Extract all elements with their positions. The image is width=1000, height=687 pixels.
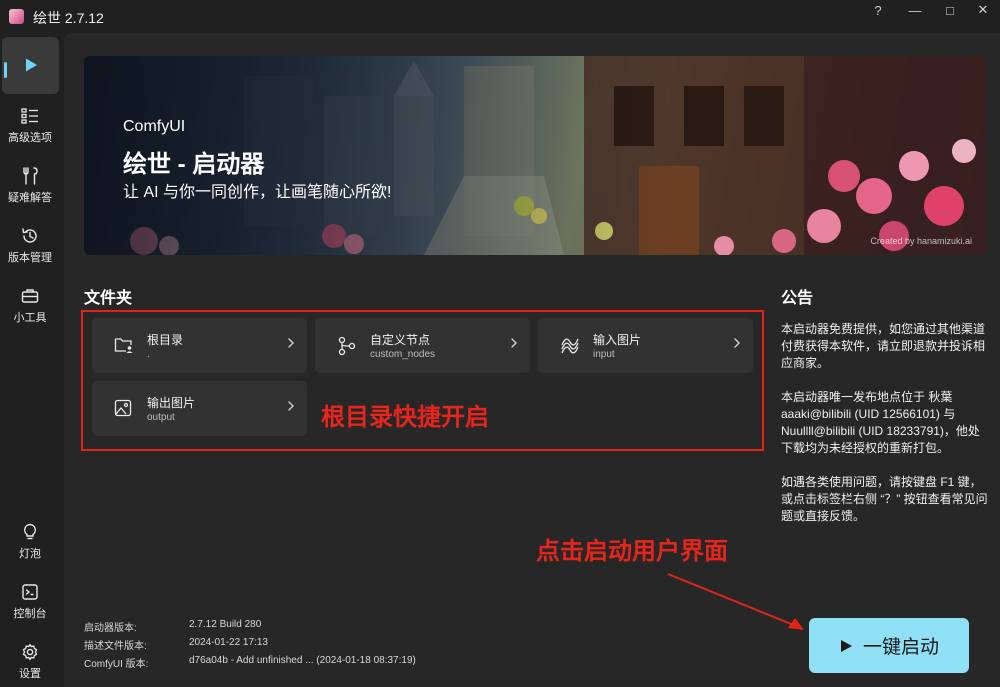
banner-slogan: 让 AI 与你一同创作，让画笔随心所欲! xyxy=(123,184,392,201)
sidebar: 高级选项 疑难解答 版本管理 小工具 灯泡 控制台 设置 xyxy=(0,33,64,687)
notice-paragraph: 本启动器唯一发布地点位于 秋葉aaaki@bilibili (UID 12566… xyxy=(781,390,980,455)
folders-annotation: 根目录快捷开启 xyxy=(321,404,489,431)
profile-version-value: 2024-01-22 17:13 xyxy=(189,637,268,648)
sidebar-item-versions[interactable]: 版本管理 xyxy=(0,227,60,265)
folder-custom-nodes-button[interactable]: 自定义节点 custom_nodes xyxy=(315,318,530,373)
chevron-right-icon xyxy=(734,338,740,348)
app-logo-icon xyxy=(9,9,24,24)
folder-input-button[interactable]: 输入图片 input xyxy=(538,318,753,373)
folder-user-icon xyxy=(114,338,133,353)
notice-title: 公告 xyxy=(781,290,814,307)
folder-root-button[interactable]: 根目录 . xyxy=(92,318,307,373)
annotation-arrow xyxy=(667,573,804,630)
play-icon xyxy=(26,58,37,72)
notice-paragraph: 如遇各类使用问题，请按键盘 F1 键，或点击标签栏右侧 “？” 按钮查看常见问题… xyxy=(781,475,988,523)
window-title: 绘世 2.7.12 xyxy=(33,10,104,26)
main-content: ComfyUI 绘世 - 启动器 让 AI 与你一同创作，让画笔随心所欲! Cr… xyxy=(64,33,1000,687)
comfyui-version-label: ComfyUI 版本: xyxy=(84,659,149,670)
tools-icon xyxy=(23,167,38,185)
banner-subtitle: ComfyUI xyxy=(123,118,186,135)
hero-banner: ComfyUI 绘世 - 启动器 让 AI 与你一同创作，让画笔随心所欲! Cr… xyxy=(84,56,986,255)
image-icon xyxy=(114,399,132,417)
launch-button-label: 一键启动 xyxy=(862,637,939,658)
notice-body: 本启动器免费提供，如您通过其他渠道付费获得本软件，请立即退款并投诉相应商家。 本… xyxy=(781,321,989,542)
sidebar-item-launch[interactable] xyxy=(2,37,59,94)
launch-annotation: 点击启动用户界面 xyxy=(536,538,728,565)
history-icon xyxy=(22,228,37,243)
chevron-right-icon xyxy=(511,338,517,348)
chevron-right-icon xyxy=(288,401,294,411)
folders-section-title: 文件夹 xyxy=(84,290,133,307)
folder-name: 输入图片 xyxy=(593,333,642,347)
folder-path: input xyxy=(593,349,615,360)
launch-button[interactable]: 一键启动 xyxy=(809,618,969,673)
sidebar-item-label: 灯泡 xyxy=(19,548,41,560)
toolbox-icon xyxy=(21,289,39,303)
sidebar-item-tools[interactable]: 小工具 xyxy=(0,287,60,325)
sidebar-item-label: 高级选项 xyxy=(8,132,52,144)
sidebar-item-label: 设置 xyxy=(19,668,41,680)
launcher-version-value: 2.7.12 Build 280 xyxy=(189,619,262,630)
banner-title: 绘世 - 启动器 xyxy=(123,151,265,178)
folder-path: . xyxy=(147,349,150,360)
sidebar-item-label: 小工具 xyxy=(13,312,47,324)
console-icon xyxy=(22,584,38,600)
banner-credit: Created by hanamizuki.ai xyxy=(870,236,972,246)
launcher-version-label: 启动器版本: xyxy=(84,623,137,634)
folder-name: 输出图片 xyxy=(147,396,196,410)
sidebar-item-label: 版本管理 xyxy=(8,252,52,264)
branch-icon xyxy=(338,336,356,356)
comfyui-version-value: d76a04b - Add unfinished ... (2024-01-18… xyxy=(189,655,416,666)
help-button[interactable]: ? xyxy=(863,0,893,20)
folder-name: 自定义节点 xyxy=(370,333,431,347)
profile-version-label: 描述文件版本: xyxy=(84,641,147,652)
maximize-button[interactable]: □ xyxy=(935,0,965,20)
sidebar-item-label: 疑难解答 xyxy=(8,192,52,204)
folder-name: 根目录 xyxy=(147,333,184,347)
sidebar-item-console[interactable]: 控制台 xyxy=(0,583,60,621)
sidebar-item-lightbulb[interactable]: 灯泡 xyxy=(0,523,60,561)
list-settings-icon xyxy=(21,108,38,124)
active-indicator xyxy=(4,62,7,78)
sidebar-item-settings[interactable]: 设置 xyxy=(0,643,60,681)
folder-path: custom_nodes xyxy=(370,349,436,360)
minimize-button[interactable]: — xyxy=(900,0,930,20)
title-bar: 绘世 2.7.12 ? — □ ✕ xyxy=(0,0,1000,33)
chevron-right-icon xyxy=(288,338,294,348)
lightbulb-icon xyxy=(23,523,37,540)
folder-path: output xyxy=(147,412,175,423)
input-wave-icon xyxy=(561,338,579,354)
gear-icon xyxy=(22,643,38,661)
play-icon xyxy=(840,639,852,652)
close-button[interactable]: ✕ xyxy=(968,0,998,20)
notice-paragraph: 本启动器免费提供，如您通过其他渠道付费获得本软件，请立即退款并投诉相应商家。 xyxy=(781,322,986,370)
sidebar-item-troubleshoot[interactable]: 疑难解答 xyxy=(0,167,60,205)
sidebar-item-label: 控制台 xyxy=(13,608,47,620)
sidebar-item-advanced[interactable]: 高级选项 xyxy=(0,107,60,145)
folder-output-button[interactable]: 输出图片 output xyxy=(92,381,307,436)
